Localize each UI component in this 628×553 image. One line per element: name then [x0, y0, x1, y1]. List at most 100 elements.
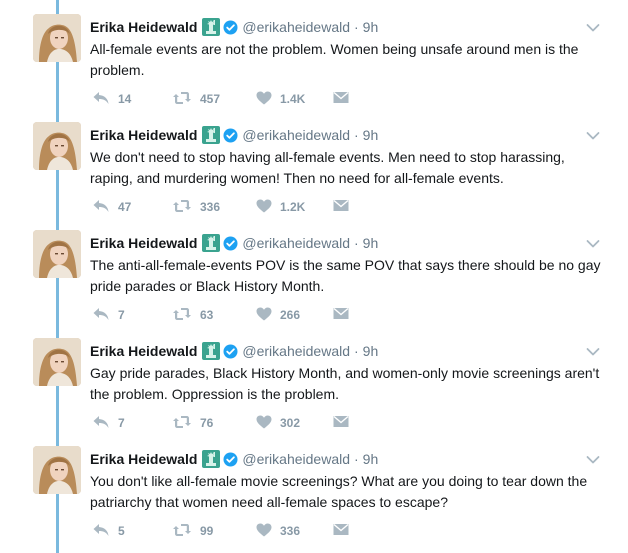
avatar[interactable]	[33, 338, 81, 386]
author-handle[interactable]: @erikaheidewald	[242, 450, 350, 468]
author-handle[interactable]: @erikaheidewald	[242, 18, 350, 36]
chevron-down-icon[interactable]	[586, 20, 600, 32]
like-button[interactable]: 336	[256, 522, 300, 540]
tweet-timestamp[interactable]: 9h	[363, 342, 379, 360]
retweet-button[interactable]: 336	[172, 198, 220, 216]
tweet-text: We don't need to stop having all-female …	[90, 149, 565, 186]
envelope-icon	[333, 415, 349, 431]
separator-dot: ·	[354, 127, 359, 143]
tweet-actions: 5 99 336	[90, 522, 370, 540]
reply-count: 5	[118, 524, 125, 538]
author-handle[interactable]: @erikaheidewald	[242, 126, 350, 144]
like-count: 336	[280, 524, 301, 538]
tweet-text: Gay pride parades, Black History Month, …	[90, 365, 600, 402]
tweet[interactable]: Erika Heidewald @erikaheidewald · 9h	[0, 324, 628, 432]
tweet-timestamp[interactable]: 9h	[363, 234, 379, 252]
statue-of-liberty-icon	[202, 126, 221, 144]
author-name[interactable]: Erika Heidewald	[90, 126, 197, 144]
reply-count: 47	[118, 200, 132, 214]
heart-icon	[256, 523, 272, 540]
retweet-button[interactable]: 63	[172, 306, 213, 324]
like-button[interactable]: 1.2K	[256, 198, 305, 216]
reply-button[interactable]: 5	[92, 522, 125, 540]
envelope-icon	[333, 523, 349, 539]
tweet-timestamp[interactable]: 9h	[363, 18, 379, 36]
retweet-icon	[172, 415, 192, 432]
direct-message-button[interactable]	[333, 306, 349, 324]
avatar[interactable]	[33, 446, 81, 494]
reply-button[interactable]: 7	[92, 414, 125, 432]
retweet-icon	[172, 91, 192, 108]
reply-button[interactable]: 14	[92, 90, 131, 108]
avatar[interactable]	[33, 14, 81, 62]
statue-of-liberty-icon	[202, 450, 221, 468]
author-name[interactable]: Erika Heidewald	[90, 234, 197, 252]
tweet[interactable]: Erika Heidewald @erikaheidewald · 9h	[0, 216, 628, 324]
chevron-down-icon[interactable]	[586, 452, 600, 464]
verified-badge-icon	[223, 20, 238, 35]
heart-icon	[256, 199, 272, 216]
reply-icon	[92, 523, 110, 540]
like-count: 266	[280, 308, 301, 322]
author-name[interactable]: Erika Heidewald	[90, 450, 197, 468]
author-name[interactable]: Erika Heidewald	[90, 18, 197, 36]
tweet-header: Erika Heidewald @erikaheidewald · 9h	[90, 450, 378, 468]
tweet-timestamp[interactable]: 9h	[363, 450, 379, 468]
like-button[interactable]: 1.4K	[256, 90, 305, 108]
tweet-header: Erika Heidewald @erikaheidewald · 9h	[90, 234, 378, 252]
direct-message-button[interactable]	[333, 90, 349, 108]
reply-count: 14	[118, 92, 132, 106]
reply-icon	[92, 91, 110, 108]
tweet[interactable]: Erika Heidewald @erikaheidewald · 9h	[0, 432, 628, 540]
tweet-actions: 14 457 1.4K	[90, 90, 370, 108]
tweet-text: All-female events are not the problem. W…	[90, 41, 579, 78]
reply-icon	[92, 307, 110, 324]
separator-dot: ·	[354, 451, 359, 467]
retweet-button[interactable]: 99	[172, 522, 213, 540]
direct-message-button[interactable]	[333, 522, 349, 540]
heart-icon	[256, 415, 272, 432]
tweet-text: You don't like all-female movie screenin…	[90, 473, 588, 510]
tweet-header: Erika Heidewald @erikaheidewald · 9h	[90, 126, 378, 144]
tweet-header: Erika Heidewald @erikaheidewald · 9h	[90, 18, 378, 36]
reply-count: 7	[118, 416, 125, 430]
heart-icon	[256, 91, 272, 108]
envelope-icon	[333, 91, 349, 107]
like-button[interactable]: 302	[256, 414, 300, 432]
envelope-icon	[333, 307, 349, 323]
envelope-icon	[333, 199, 349, 215]
author-handle[interactable]: @erikaheidewald	[242, 234, 350, 252]
verified-badge-icon	[223, 452, 238, 467]
like-count: 1.4K	[280, 92, 306, 106]
chevron-down-icon[interactable]	[586, 236, 600, 248]
author-handle[interactable]: @erikaheidewald	[242, 342, 350, 360]
direct-message-button[interactable]	[333, 414, 349, 432]
reply-count: 7	[118, 308, 125, 322]
tweet[interactable]: Erika Heidewald @erikaheidewald · 9h	[0, 108, 628, 216]
reply-button[interactable]: 7	[92, 306, 125, 324]
tweet-timestamp[interactable]: 9h	[363, 126, 379, 144]
retweet-button[interactable]: 76	[172, 414, 213, 432]
avatar[interactable]	[33, 230, 81, 278]
tweet-header: Erika Heidewald @erikaheidewald · 9h	[90, 342, 378, 360]
retweet-button[interactable]: 457	[172, 90, 220, 108]
retweet-icon	[172, 523, 192, 540]
statue-of-liberty-icon	[202, 18, 221, 36]
like-count: 1.2K	[280, 200, 306, 214]
like-button[interactable]: 266	[256, 306, 300, 324]
author-name[interactable]: Erika Heidewald	[90, 342, 197, 360]
chevron-down-icon[interactable]	[586, 344, 600, 356]
tweet[interactable]: Erika Heidewald @erikaheidewald · 9h	[0, 0, 628, 108]
chevron-down-icon[interactable]	[586, 128, 600, 140]
retweet-icon	[172, 307, 192, 324]
direct-message-button[interactable]	[333, 198, 349, 216]
like-count: 302	[280, 416, 301, 430]
separator-dot: ·	[354, 235, 359, 251]
avatar[interactable]	[33, 122, 81, 170]
reply-icon	[92, 199, 110, 216]
retweet-count: 457	[200, 92, 221, 106]
retweet-icon	[172, 199, 192, 216]
reply-button[interactable]: 47	[92, 198, 131, 216]
reply-icon	[92, 415, 110, 432]
verified-badge-icon	[223, 344, 238, 359]
